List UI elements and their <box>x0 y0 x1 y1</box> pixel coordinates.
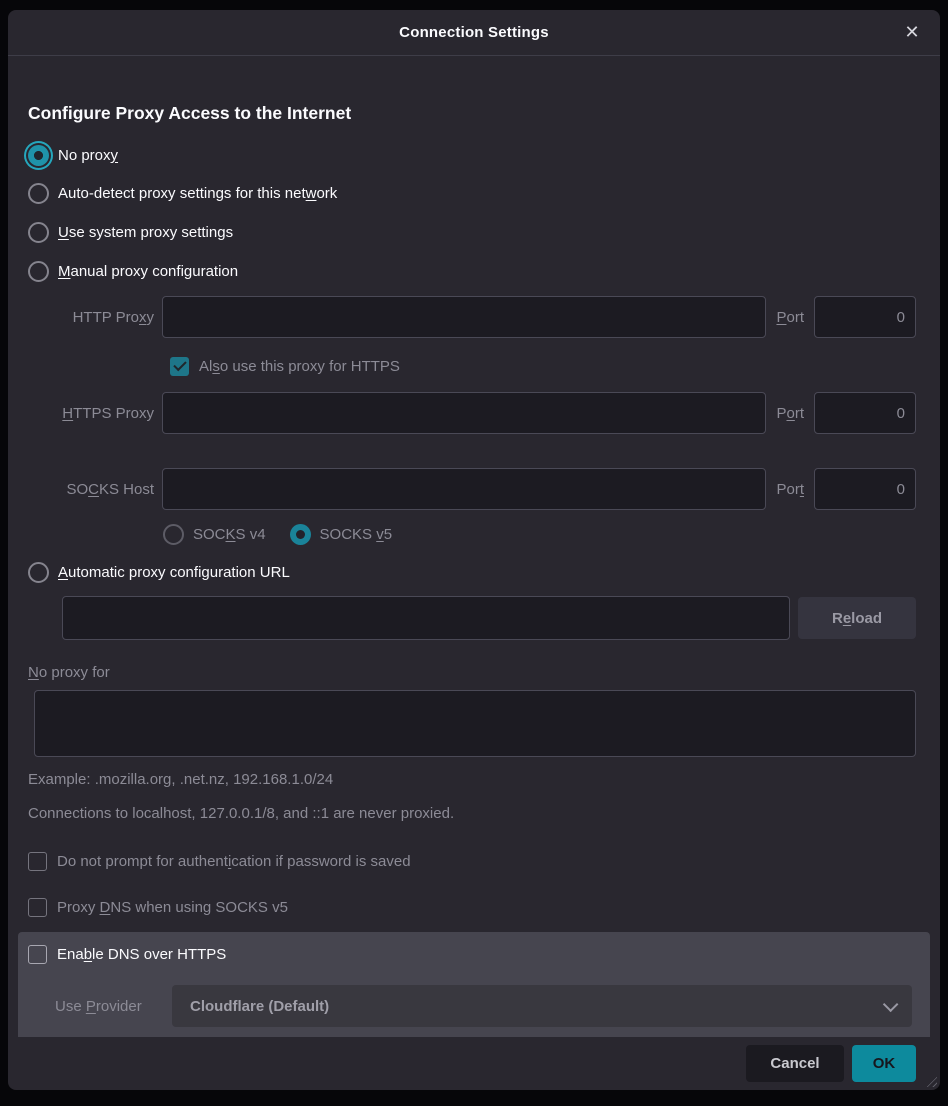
also-https-checkbox[interactable] <box>170 357 189 376</box>
enable-doh-row[interactable]: Enable DNS over HTTPS <box>28 942 226 966</box>
radio-row-auto-url[interactable]: Automatic proxy configuration URL <box>28 560 290 584</box>
http-port-input[interactable] <box>814 296 916 338</box>
http-port-label: Port <box>776 309 804 326</box>
socks-version-row: SOCKS v4 SOCKS v5 <box>163 522 392 546</box>
doh-section: Enable DNS over HTTPS Use Provider Cloud… <box>18 932 930 1037</box>
auto-url-label: Automatic proxy configuration URL <box>58 564 290 581</box>
auto-url-input[interactable] <box>62 596 790 640</box>
socks-v4-radio[interactable] <box>163 524 184 545</box>
dialog-footer: Cancel OK <box>8 1037 940 1090</box>
localhost-note-row: Connections to localhost, 127.0.0.1/8, a… <box>28 802 454 824</box>
https-proxy-label: HTTPS Proxy <box>28 405 162 422</box>
http-proxy-input[interactable] <box>162 296 766 338</box>
socks-v5-label: SOCKS v5 <box>320 526 393 543</box>
http-proxy-label: HTTP Proxy <box>28 309 162 326</box>
radio-row-manual-proxy[interactable]: Manual proxy configuration <box>28 259 238 283</box>
no-proxy-label: No proxy <box>58 147 118 164</box>
no-proxy-for-textarea[interactable] <box>34 690 916 757</box>
radio-row-no-proxy[interactable]: No proxy <box>28 143 118 167</box>
doh-provider-select[interactable]: Cloudflare (Default) <box>172 985 912 1027</box>
auto-url-input-row: Reload <box>62 596 916 640</box>
dialog-title: Connection Settings <box>399 24 549 41</box>
no-proxy-for-label: No proxy for <box>28 664 110 681</box>
also-https-label: Also use this proxy for HTTPS <box>199 358 400 375</box>
radio-row-auto-detect[interactable]: Auto-detect proxy settings for this netw… <box>28 181 337 205</box>
proxy-dns-row[interactable]: Proxy DNS when using SOCKS v5 <box>28 896 288 918</box>
chevron-down-icon <box>883 996 899 1012</box>
proxy-dns-label: Proxy DNS when using SOCKS v5 <box>57 899 288 916</box>
https-proxy-input[interactable] <box>162 392 766 434</box>
no-proxy-for-label-row: No proxy for <box>28 661 110 683</box>
https-port-input[interactable] <box>814 392 916 434</box>
localhost-note: Connections to localhost, 127.0.0.1/8, a… <box>28 805 454 822</box>
cancel-button[interactable]: Cancel <box>746 1045 844 1082</box>
socks-v5-radio[interactable] <box>290 524 311 545</box>
auto-detect-radio[interactable] <box>28 183 49 204</box>
socks-host-input[interactable] <box>162 468 766 510</box>
socks-port-input[interactable] <box>814 468 916 510</box>
page-title: Configure Proxy Access to the Internet <box>28 103 351 124</box>
https-proxy-row: HTTPS Proxy Port <box>28 392 916 434</box>
no-prompt-auth-checkbox[interactable] <box>28 852 47 871</box>
doh-provider-value: Cloudflare (Default) <box>190 998 329 1015</box>
doh-provider-row: Use Provider Cloudflare (Default) <box>55 985 912 1027</box>
radio-row-system-proxy[interactable]: Use system proxy settings <box>28 220 233 244</box>
auto-detect-label: Auto-detect proxy settings for this netw… <box>58 185 337 202</box>
socks-host-row: SOCKS Host Port <box>28 468 916 510</box>
example-hint: Example: .mozilla.org, .net.nz, 192.168.… <box>28 771 333 788</box>
close-icon[interactable]: ✕ <box>900 21 924 45</box>
system-proxy-radio[interactable] <box>28 222 49 243</box>
https-port-label: Port <box>776 405 804 422</box>
enable-doh-label: Enable DNS over HTTPS <box>57 946 226 963</box>
proxy-dns-checkbox[interactable] <box>28 898 47 917</box>
reload-button[interactable]: Reload <box>798 597 916 639</box>
http-proxy-row: HTTP Proxy Port <box>28 296 916 338</box>
no-prompt-auth-label: Do not prompt for authentication if pass… <box>57 853 411 870</box>
ok-button[interactable]: OK <box>852 1045 916 1082</box>
no-prompt-auth-row[interactable]: Do not prompt for authentication if pass… <box>28 850 411 872</box>
enable-doh-checkbox[interactable] <box>28 945 47 964</box>
socks-v4-label: SOCKS v4 <box>193 526 266 543</box>
socks-port-label: Port <box>776 481 804 498</box>
dialog-titlebar: Connection Settings ✕ <box>8 10 940 56</box>
example-hint-row: Example: .mozilla.org, .net.nz, 192.168.… <box>28 768 333 790</box>
socks-host-label: SOCKS Host <box>28 481 162 498</box>
system-proxy-label: Use system proxy settings <box>58 224 233 241</box>
no-proxy-radio[interactable] <box>28 145 49 166</box>
manual-proxy-radio[interactable] <box>28 261 49 282</box>
doh-provider-label: Use Provider <box>55 998 172 1015</box>
also-https-row[interactable]: Also use this proxy for HTTPS <box>170 355 400 377</box>
connection-settings-dialog: Connection Settings ✕ Configure Proxy Ac… <box>8 10 940 1090</box>
auto-url-radio[interactable] <box>28 562 49 583</box>
manual-proxy-label: Manual proxy configuration <box>58 263 238 280</box>
